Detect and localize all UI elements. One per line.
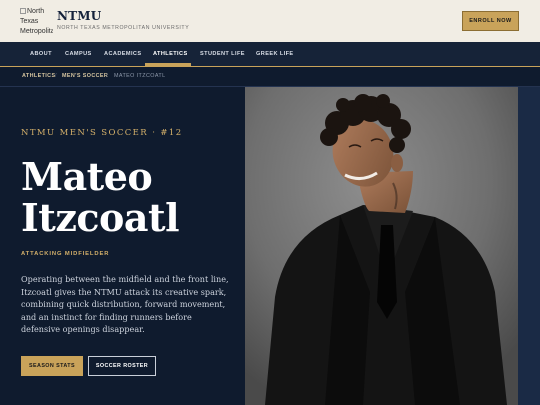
player-first-name: Mateo: [21, 154, 153, 199]
player-photo: [245, 87, 518, 405]
nav-item-student-life[interactable]: STUDENT LIFE: [200, 42, 245, 66]
breadcrumb-separator: /: [55, 73, 57, 79]
breadcrumb-athletics[interactable]: ATHLETICS: [22, 73, 55, 79]
nav-item-greek-life[interactable]: GREEK LIFE: [256, 42, 294, 66]
site-header: North Texas Metropolitan NTMU NORTH TEXA…: [0, 0, 540, 42]
breadcrumb-separator: /: [106, 73, 108, 79]
player-last-name: Itzcoatl: [21, 195, 180, 240]
breadcrumb: ATHLETICS / MEN'S SOCCER / MATEO ITZCOAT…: [0, 67, 540, 87]
active-nav-indicator: [145, 63, 191, 66]
nav-item-campus[interactable]: CAMPUS: [65, 42, 92, 66]
brand-subtitle: NORTH TEXAS METROPOLITAN UNIVERSITY: [57, 25, 190, 31]
breadcrumb-current: MATEO ITZCOATL: [114, 73, 166, 79]
player-position: ATTACKING MIDFIELDER: [21, 251, 110, 257]
player-portrait: [245, 87, 518, 405]
nav-item-academics[interactable]: ACADEMICS: [104, 42, 141, 66]
brand-name[interactable]: NTMU: [57, 9, 101, 23]
broken-image-icon: [20, 8, 26, 14]
breadcrumb-mens-soccer[interactable]: MEN'S SOCCER: [62, 73, 108, 79]
university-logo[interactable]: North Texas Metropolitan: [20, 7, 53, 37]
main-nav: ABOUT CAMPUS ACADEMICS ATHLETICS STUDENT…: [0, 42, 540, 67]
photo-edge-band: [518, 87, 540, 405]
nav-item-about[interactable]: ABOUT: [30, 42, 52, 66]
soccer-roster-button[interactable]: SOCCER ROSTER: [88, 356, 156, 376]
enroll-now-button[interactable]: ENROLL NOW: [462, 11, 519, 31]
player-eyebrow: NTMU MEN'S SOCCER · #12: [21, 128, 183, 138]
season-stats-button[interactable]: SEASON STATS: [21, 356, 83, 376]
player-bio: Operating between the midfield and the f…: [21, 274, 229, 334]
